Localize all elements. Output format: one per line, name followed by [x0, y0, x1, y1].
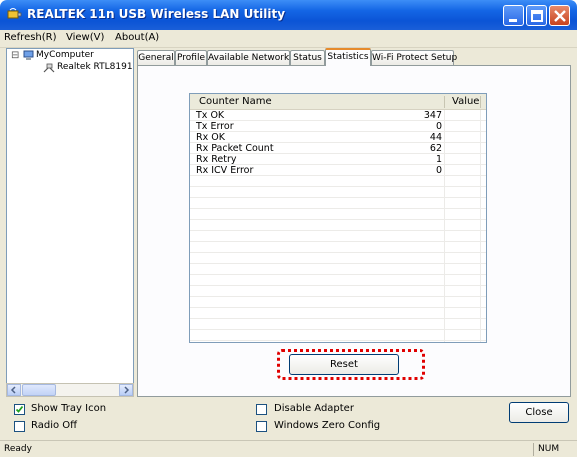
table-row[interactable]: Rx OK 44 [190, 132, 486, 143]
radio-off-label: Radio Off [31, 420, 78, 431]
counter-name-cell: Rx ICV Error [196, 165, 254, 176]
windows-zero-config-label: Windows Zero Config [274, 420, 381, 431]
tab-available-network[interactable]: Available Network [207, 50, 290, 65]
empty-row [190, 275, 486, 286]
status-text: Ready [4, 444, 32, 454]
close-window-button[interactable] [549, 5, 570, 26]
computer-icon [23, 50, 34, 60]
tree-node-adapter[interactable]: Realtek RTL8191 [57, 62, 133, 72]
counter-value-cell: 1 [435, 154, 442, 165]
empty-row [190, 286, 486, 297]
tree-horizontal-scrollbar[interactable] [6, 383, 134, 397]
empty-row [190, 253, 486, 264]
close-icon [554, 10, 566, 22]
empty-row [190, 308, 486, 319]
scroll-left-button[interactable] [7, 384, 21, 396]
tree-node-mycomputer[interactable]: MyComputer [36, 50, 94, 60]
counter-value-cell: 62 [429, 143, 442, 154]
tab-statistics[interactable]: Statistics [325, 48, 371, 66]
counter-name-cell: Rx OK [196, 132, 225, 143]
menu-about[interactable]: About(A) [115, 32, 159, 43]
empty-row [190, 198, 486, 209]
counter-value-cell: 0 [435, 165, 442, 176]
chevron-right-icon [124, 386, 130, 394]
status-divider [533, 443, 534, 456]
title-bar[interactable]: REALTEK 11n USB Wireless LAN Utility [0, 0, 577, 30]
close-button[interactable]: Close [509, 402, 569, 423]
counter-name-cell: Tx OK [196, 110, 225, 121]
column-divider[interactable] [480, 96, 481, 108]
device-tree[interactable]: ⊟ MyComputer Realtek RTL8191 [6, 48, 134, 397]
show-tray-icon-label: Show Tray Icon [31, 403, 107, 414]
counter-name-cell: Tx Error [196, 121, 234, 132]
disable-adapter-checkbox[interactable] [256, 404, 267, 415]
table-row[interactable]: Tx OK 347 [190, 110, 486, 121]
counter-value-cell: 44 [429, 132, 442, 143]
table-row[interactable]: Rx Retry 1 [190, 154, 486, 165]
tab-status[interactable]: Status [290, 50, 325, 65]
table-row[interactable]: Rx Packet Count 62 [190, 143, 486, 154]
empty-row [190, 242, 486, 253]
empty-row [190, 220, 486, 231]
menu-bar: Refresh(R) View(V) About(A) [0, 30, 577, 48]
network-adapter-icon [43, 63, 55, 73]
counter-name-cell: Rx Retry [196, 154, 237, 165]
empty-row [190, 319, 486, 330]
wireless-adapter-icon [7, 8, 22, 19]
empty-row [190, 187, 486, 198]
status-bar: Ready NUM [0, 440, 577, 457]
tree-collapse-toggle[interactable]: ⊟ [11, 50, 19, 61]
empty-row [190, 330, 486, 341]
column-divider[interactable] [444, 96, 445, 108]
disable-adapter-label: Disable Adapter [274, 403, 354, 414]
list-header: Counter Name Value [190, 94, 486, 110]
empty-row [190, 231, 486, 242]
tab-profile[interactable]: Profile [175, 50, 207, 65]
scroll-right-button[interactable] [119, 384, 133, 396]
radio-off-checkbox[interactable] [14, 421, 25, 432]
maximize-icon [531, 10, 543, 22]
counter-value-cell: 347 [423, 110, 442, 121]
table-row[interactable]: Tx Error 0 [190, 121, 486, 132]
empty-row [190, 297, 486, 308]
minimize-icon [509, 19, 517, 22]
reset-button[interactable]: Reset [289, 354, 399, 375]
minimize-button[interactable] [503, 5, 524, 26]
maximize-button[interactable] [526, 5, 547, 26]
column-header-counter-name[interactable]: Counter Name [199, 96, 272, 107]
column-header-value[interactable]: Value [452, 96, 479, 107]
statistics-list[interactable]: Counter Name Value Tx OK 347 Tx Error 0 Rx O… [189, 93, 487, 343]
windows-zero-config-checkbox[interactable] [256, 421, 267, 432]
window-title: REALTEK 11n USB Wireless LAN Utility [27, 7, 286, 21]
empty-row [190, 209, 486, 220]
empty-row [190, 264, 486, 275]
table-row[interactable]: Rx ICV Error 0 [190, 165, 486, 176]
scroll-thumb[interactable] [22, 384, 56, 396]
checkmark-icon [15, 405, 24, 413]
tab-wifi-protect-setup[interactable]: Wi-Fi Protect Setup [371, 50, 457, 65]
num-lock-indicator: NUM [538, 444, 560, 454]
counter-value-cell: 0 [435, 121, 442, 132]
empty-row [190, 176, 486, 187]
show-tray-icon-checkbox[interactable] [14, 404, 25, 415]
menu-view[interactable]: View(V) [66, 32, 104, 43]
chevron-left-icon [10, 386, 16, 394]
tab-general[interactable]: General [137, 50, 175, 65]
menu-refresh[interactable]: Refresh(R) [4, 32, 57, 43]
counter-name-cell: Rx Packet Count [196, 143, 274, 154]
